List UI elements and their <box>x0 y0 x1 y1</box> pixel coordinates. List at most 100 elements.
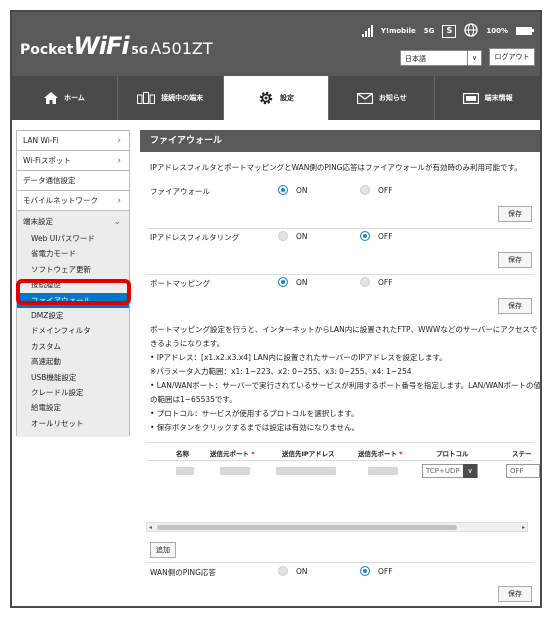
sidebar-item-power-supply[interactable]: 給電設定 <box>17 400 129 415</box>
divider <box>146 442 534 443</box>
port-mapping-label: ポートマッピング <box>150 279 210 288</box>
column-header-name: 名称 <box>176 450 189 458</box>
wan-ping-save-button[interactable]: 保存 <box>498 586 532 602</box>
ip-filter-label: IPアドレスフィルタリング <box>150 233 240 242</box>
firewall-on-radio[interactable] <box>278 185 288 195</box>
redacted-cell <box>220 467 250 475</box>
port-mapping-off-radio[interactable] <box>360 277 370 287</box>
sidebar-group-header[interactable]: 端末設定 ⌄ <box>17 213 129 231</box>
redacted-cell <box>368 467 398 475</box>
protocol-select[interactable]: TCP+UDP ∨ <box>422 464 478 478</box>
sidebar-item-domain-filter[interactable]: ドメインフィルタ <box>17 323 129 338</box>
sidebar-item-software-update[interactable]: ソフトウェア更新 <box>17 262 129 277</box>
scroll-left-icon[interactable]: ◂ <box>149 523 152 532</box>
description-line: • 保存ボタンをクリックするまでは設定は有効になりません。 <box>150 423 360 432</box>
main-nav: ホーム 接続中の端末 設定 お知らせ 端末情報 <box>12 76 540 120</box>
ip-filter-save-button[interactable]: 保存 <box>498 252 532 268</box>
gear-icon <box>259 91 273 105</box>
carrier-name: Y!mobile <box>380 27 416 35</box>
app-window: PocketWiFi 5G A501ZT Y!mobile 5G S 100% … <box>10 10 542 608</box>
wan-ping-off-radio[interactable] <box>360 566 370 576</box>
info-card-icon <box>462 92 479 104</box>
description-line: ※パラメータ入力範囲：x1: 1~223、x2: 0~255、x3: 0~255… <box>150 367 412 376</box>
sidebar-item-cradle-settings[interactable]: クレードル設定 <box>17 385 129 400</box>
sidebar-item-fast-boot[interactable]: 高速起動 <box>17 354 129 369</box>
sidebar-item-webui-password[interactable]: Web UIパスワード <box>17 231 129 246</box>
logout-button[interactable]: ログアウト <box>489 48 535 66</box>
ip-filter-on-label: ON <box>296 232 308 241</box>
column-header-dst-port: 送信先ポート * <box>358 450 403 458</box>
chevron-down-icon: ⌄ <box>113 217 121 227</box>
required-mark: * <box>249 450 255 458</box>
sidebar-item-usb-settings[interactable]: USB機能設定 <box>17 370 129 385</box>
firewall-off-radio[interactable] <box>360 185 370 195</box>
tab-settings[interactable]: 設定 <box>223 76 330 120</box>
wan-ping-off-label: OFF <box>378 567 393 576</box>
chevron-down-icon: ∨ <box>467 51 481 65</box>
description-line: の範囲は1~65535です。 <box>150 395 237 404</box>
firewall-off-label: OFF <box>378 186 393 195</box>
sidebar-item-wifi-spot[interactable]: Wi-Fiスポット › <box>17 151 129 171</box>
column-header-protocol: プロトコル <box>436 450 469 458</box>
intro-text: IPアドレスフィルタとポートマッピングとWAN側のPING応答はファイアウォール… <box>150 163 522 172</box>
wan-ping-on-radio[interactable] <box>278 566 288 576</box>
description-line: きるようになります。 <box>150 339 225 348</box>
language-select[interactable]: 日本語 ∨ <box>400 50 482 66</box>
divider <box>146 460 534 461</box>
mail-icon <box>356 92 373 104</box>
add-button[interactable]: 追加 <box>150 542 176 558</box>
redacted-cell <box>276 467 336 475</box>
port-mapping-off-label: OFF <box>378 278 393 287</box>
firewall-on-label: ON <box>296 186 308 195</box>
wan-ping-on-label: ON <box>296 567 308 576</box>
divider <box>146 228 534 229</box>
sidebar-item-all-reset[interactable]: オールリセット <box>17 416 129 431</box>
port-mapping-save-button[interactable]: 保存 <box>498 298 532 314</box>
required-mark: * <box>397 450 403 458</box>
column-header-dst-ip: 送信先IPアドレス <box>282 450 335 458</box>
redacted-cell <box>176 467 194 475</box>
globe-icon <box>464 23 479 39</box>
tab-notifications[interactable]: お知らせ <box>329 76 436 120</box>
firewall-save-button[interactable]: 保存 <box>498 206 532 222</box>
description-line: • LAN/WANポート：サーバーで実行されているサービスが利用するポート番号を… <box>150 381 542 390</box>
wan-ping-label: WAN側のPING応答 <box>150 568 216 577</box>
sidebar-item-dmz[interactable]: DMZ設定 <box>17 308 129 323</box>
ip-filter-off-label: OFF <box>378 232 393 241</box>
port-mapping-on-radio[interactable] <box>278 277 288 287</box>
sidebar-item-data-settings[interactable]: データ通信設定 <box>17 171 129 191</box>
highlight-frame <box>16 279 131 305</box>
description-line: ポートマッピング設定を行うと、インターネットからLAN内に設置されたFTP、WW… <box>150 325 538 334</box>
signal-strength-icon <box>361 25 373 37</box>
main-content: ファイアウォール IPアドレスフィルタとポートマッピングとWAN側のPING応答… <box>140 130 542 606</box>
battery-icon <box>516 27 534 35</box>
tab-device-info[interactable]: 端末情報 <box>435 76 540 120</box>
horizontal-scrollbar[interactable]: ◂ ▸ <box>146 522 528 532</box>
scrollbar-thumb[interactable] <box>157 525 457 530</box>
home-icon <box>44 92 58 104</box>
status-select[interactable]: OFF <box>506 464 540 478</box>
chevron-right-icon: › <box>117 136 121 146</box>
sidebar-item-power-saving[interactable]: 省電力モード <box>17 246 129 261</box>
column-header-status: ステー <box>512 450 532 458</box>
sidebar-item-mobile-network[interactable]: モバイルネットワーク › <box>17 191 129 211</box>
description-line: • IPアドレス：[x1.x2.x3.x4] LAN内に設置されたサーバーのIP… <box>150 353 447 362</box>
tab-home[interactable]: ホーム <box>12 76 118 120</box>
chevron-right-icon: › <box>117 196 121 206</box>
tab-connected-devices[interactable]: 接続中の端末 <box>118 76 224 120</box>
pocket-wifi-logo: PocketWiFi 5G A501ZT <box>20 32 213 60</box>
ip-filter-off-radio[interactable] <box>360 231 370 241</box>
devices-icon <box>137 92 156 104</box>
port-mapping-on-label: ON <box>296 278 308 287</box>
page-title: ファイアウォール <box>140 130 540 152</box>
sidebar-item-custom[interactable]: カスタム <box>17 339 129 354</box>
sidebar-group-device-settings: 端末設定 ⌄ Web UIパスワード 省電力モード ソフトウェア更新 接続履歴 フ… <box>17 211 129 438</box>
battery-level: 100% <box>486 27 508 35</box>
status-bar: Y!mobile 5G S 100% <box>361 22 534 40</box>
description-line: • プロトコル：サービスが使用するプロトコルを選択します。 <box>150 409 359 418</box>
divider <box>146 274 534 275</box>
scroll-right-icon[interactable]: ▸ <box>522 523 525 532</box>
ip-filter-on-radio[interactable] <box>278 231 288 241</box>
sidebar-item-lan-wifi[interactable]: LAN Wi-Fi › <box>17 131 129 151</box>
divider <box>146 562 534 563</box>
